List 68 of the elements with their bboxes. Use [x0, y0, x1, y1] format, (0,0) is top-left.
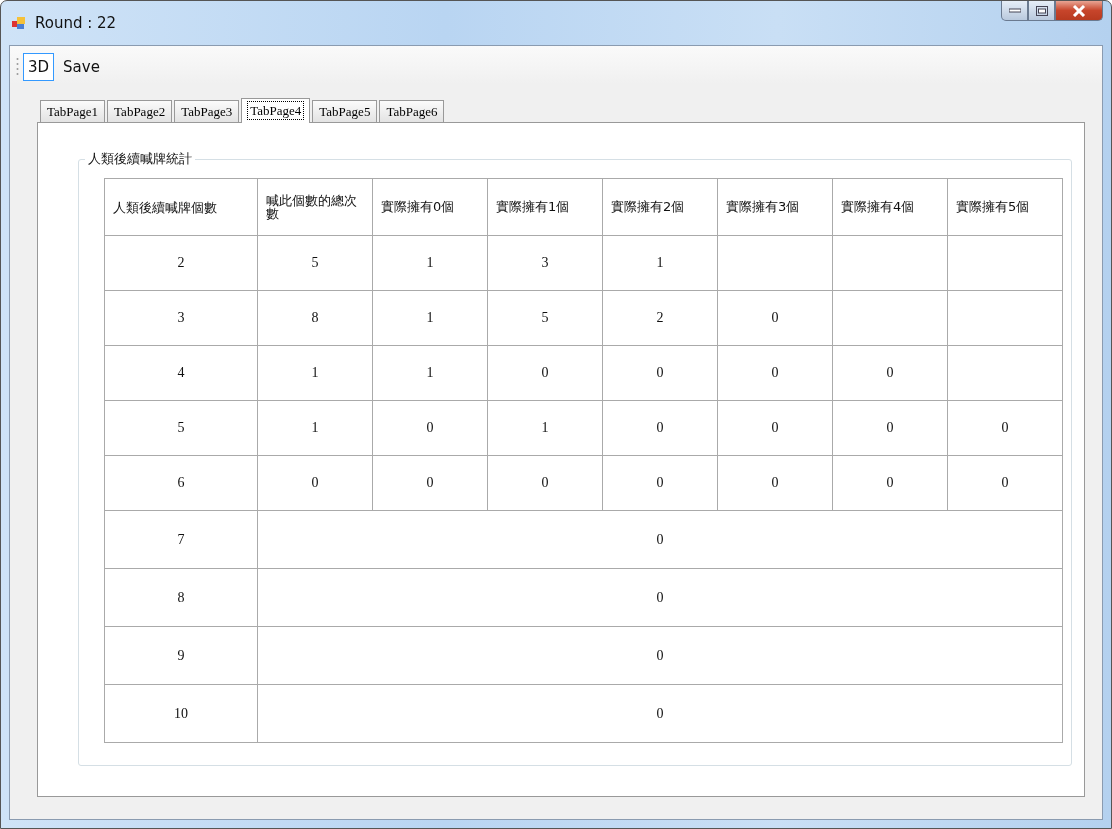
column-header: 實際擁有1個 — [487, 178, 603, 236]
table-cell: 1 — [257, 400, 373, 456]
table-cell: 0 — [602, 345, 718, 401]
group-title: 人類後續喊牌統計 — [85, 150, 195, 168]
column-header: 喊此個數的總次數 — [257, 178, 373, 236]
maximize-icon — [1035, 5, 1048, 16]
tab[interactable]: TabPage4 — [241, 98, 311, 123]
table-cell: 0 — [257, 626, 1063, 685]
table-cell: 1 — [372, 290, 488, 346]
toolbar-button[interactable]: 3D — [23, 53, 55, 81]
table-cell: 4 — [104, 345, 258, 401]
column-header: 實際擁有4個 — [832, 178, 948, 236]
maximize-button[interactable] — [1028, 1, 1055, 21]
column-header: 實際擁有0個 — [372, 178, 488, 236]
toolbar-button[interactable]: Save — [58, 53, 105, 81]
table-cell: 0 — [832, 345, 948, 401]
table-cell: 1 — [372, 235, 488, 291]
table-cell: 6 — [104, 455, 258, 511]
toolbar-grip[interactable] — [16, 56, 19, 78]
tab[interactable]: TabPage3 — [174, 100, 240, 122]
tab[interactable]: TabPage1 — [40, 100, 106, 122]
table-cell: 7 — [104, 510, 258, 569]
minimize-icon — [1008, 8, 1021, 13]
table-cell: 3 — [487, 235, 603, 291]
window-title: Round : 22 — [35, 14, 117, 32]
tab[interactable]: TabPage6 — [379, 100, 445, 122]
table-cell: 0 — [602, 400, 718, 456]
table-cell: 10 — [104, 684, 258, 743]
table-cell: 2 — [104, 235, 258, 291]
table-cell: 0 — [717, 400, 833, 456]
table-cell: 0 — [602, 455, 718, 511]
table-cell: 3 — [104, 290, 258, 346]
minimize-button[interactable] — [1001, 1, 1028, 21]
close-icon — [1072, 4, 1086, 17]
table-cell: 0 — [372, 455, 488, 511]
table-cell: 0 — [257, 684, 1063, 743]
table-cell: 0 — [372, 400, 488, 456]
tab[interactable]: TabPage5 — [312, 100, 378, 122]
tab[interactable]: TabPage2 — [107, 100, 173, 122]
table-cell: 0 — [717, 290, 833, 346]
table-cell: 0 — [832, 400, 948, 456]
table-cell: 2 — [602, 290, 718, 346]
table-cell: 0 — [487, 455, 603, 511]
table-cell: 1 — [487, 400, 603, 456]
column-header: 實際擁有5個 — [947, 178, 1063, 236]
column-header: 實際擁有2個 — [602, 178, 718, 236]
table-cell: 0 — [832, 455, 948, 511]
close-button[interactable] — [1055, 1, 1103, 21]
table-cell: 5 — [104, 400, 258, 456]
table-cell: 5 — [257, 235, 373, 291]
table-cell: 1 — [372, 345, 488, 401]
column-header: 人類後續喊牌個數 — [104, 178, 258, 236]
table-cell: 0 — [257, 455, 373, 511]
table-cell: 8 — [257, 290, 373, 346]
table-cell: 0 — [257, 510, 1063, 569]
table-cell: 0 — [487, 345, 603, 401]
table-cell: 9 — [104, 626, 258, 685]
table-cell: 8 — [104, 568, 258, 627]
column-header: 實際擁有3個 — [717, 178, 833, 236]
table-cell: 5 — [487, 290, 603, 346]
app-icon — [11, 15, 27, 31]
table-cell: 0 — [947, 400, 1063, 456]
table-cell: 0 — [717, 345, 833, 401]
table-cell: 0 — [947, 455, 1063, 511]
table-cell: 1 — [602, 235, 718, 291]
table-cell: 0 — [717, 455, 833, 511]
table-cell: 0 — [257, 568, 1063, 627]
table-cell: 1 — [257, 345, 373, 401]
